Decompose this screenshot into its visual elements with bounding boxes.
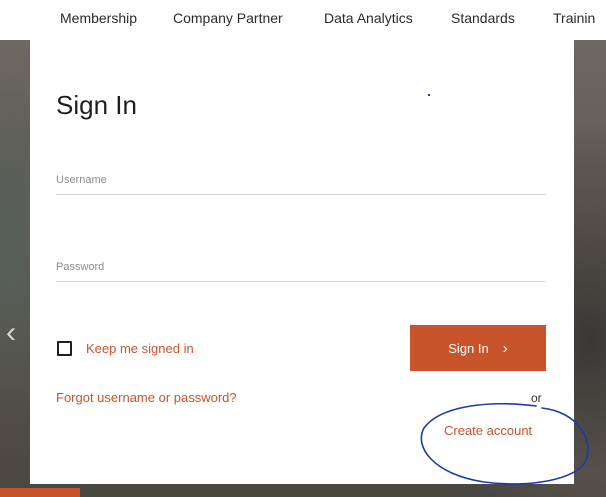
nav-item-membership[interactable]: Membership (60, 10, 137, 26)
annotation-dot (428, 94, 430, 96)
password-field-wrapper (56, 247, 546, 282)
sign-in-button-label: Sign In (448, 340, 489, 356)
nav-item-data-analytics[interactable]: Data Analytics (324, 10, 413, 26)
username-input[interactable] (56, 174, 546, 186)
or-separator: or (531, 391, 542, 405)
chevron-left-icon[interactable]: ‹ (6, 318, 26, 348)
create-account-link[interactable]: Create account (444, 423, 532, 438)
forgot-credentials-link[interactable]: Forgot username or password? (56, 390, 237, 405)
keep-signed-in-toggle[interactable]: Keep me signed in (57, 341, 194, 356)
username-field-wrapper (56, 160, 546, 195)
chevron-right-icon: › (502, 339, 508, 357)
sign-in-button[interactable]: Sign In › (410, 325, 546, 371)
keep-signed-in-label: Keep me signed in (86, 341, 194, 356)
hero-accent-bar (0, 488, 80, 497)
sign-in-modal: Sign In Keep me signed in Sign In › Forg… (30, 40, 574, 484)
nav-item-company-partner[interactable]: Company Partner (173, 10, 283, 26)
nav-item-standards[interactable]: Standards (451, 10, 515, 26)
top-navigation: Membership Company Partner Data Analytic… (0, 0, 606, 40)
keep-signed-in-checkbox[interactable] (57, 341, 72, 356)
password-input[interactable] (56, 261, 546, 273)
page-title: Sign In (56, 90, 137, 120)
close-icon[interactable] (526, 2, 560, 36)
